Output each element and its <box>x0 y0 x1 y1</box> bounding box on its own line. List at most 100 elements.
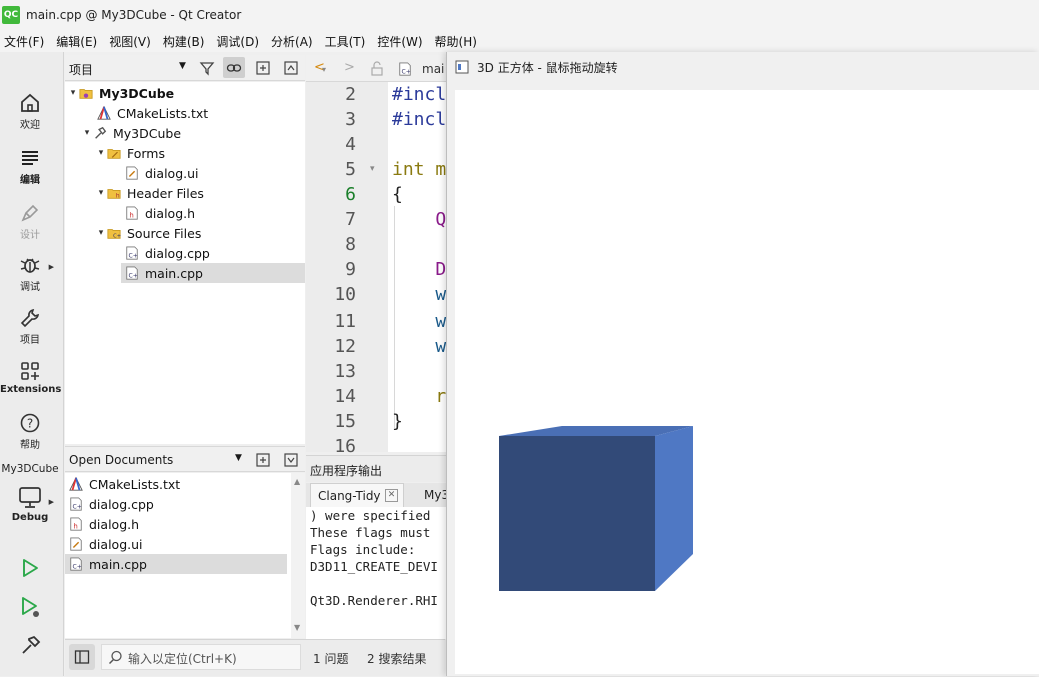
line-number: 16 <box>334 436 356 457</box>
tree-item-headers[interactable]: ▾ h Header Files <box>95 183 204 203</box>
line-number: 8 <box>345 234 356 255</box>
chevron-down-icon[interactable]: ▾ <box>95 188 107 198</box>
chevron-down-icon[interactable]: ▾ <box>81 128 93 138</box>
mode-debug-label: 调试 <box>20 282 40 293</box>
tree-item-sources[interactable]: ▾ C+ Source Files <box>95 223 202 243</box>
tree-headers-label: Header Files <box>127 185 204 201</box>
output-console[interactable]: ) were specified These flags must Flags … <box>306 507 446 639</box>
split-icon[interactable] <box>255 60 271 76</box>
mode-extensions[interactable]: Extensions <box>0 360 61 395</box>
code-editor[interactable]: #incl #incl int m { Q D w w w r } <box>388 82 446 452</box>
header-file-icon: h <box>126 206 138 220</box>
tree-item-dialog-h[interactable]: h dialog.h <box>125 203 195 223</box>
qt-creator-logo-icon: QC <box>2 6 20 24</box>
scroll-up-icon[interactable]: ▲ <box>294 477 300 486</box>
line-number: 10 <box>334 284 356 305</box>
menu-analyze[interactable]: 分析(A) <box>267 33 321 50</box>
fold-marker-icon[interactable]: ▾ <box>370 164 375 174</box>
collapse-pane-icon[interactable] <box>283 452 299 468</box>
filter-icon[interactable] <box>199 60 215 76</box>
open-documents-list: CMakeLists.txt C+ dialog.cpp h dialog.h … <box>65 473 305 638</box>
search-results-tab[interactable]: 2 搜索结果 <box>367 650 426 667</box>
open-doc-item[interactable]: dialog.ui <box>69 534 143 554</box>
open-doc-label: main.cpp <box>89 556 147 572</box>
menu-tools[interactable]: 工具(T) <box>321 33 374 50</box>
link-editor-toggle[interactable] <box>223 57 245 78</box>
hammer-icon <box>22 635 41 654</box>
mode-projects-label: 项目 <box>20 335 40 346</box>
output-tab-clang-tidy[interactable]: Clang-Tidy ✕ <box>310 483 404 507</box>
run-button[interactable] <box>0 557 60 581</box>
menu-widgets[interactable]: 控件(W) <box>373 33 430 50</box>
menu-help[interactable]: 帮助(H) <box>431 33 485 50</box>
menu-build[interactable]: 构建(B) <box>159 33 213 50</box>
mode-design[interactable]: 设计 <box>0 202 60 241</box>
debug-run-button[interactable] <box>0 595 60 621</box>
tree-item-target[interactable]: ▾ My3DCube <box>81 123 181 143</box>
open-doc-item[interactable]: C+ dialog.cpp <box>69 494 154 514</box>
build-button[interactable] <box>0 634 60 658</box>
svg-text:h: h <box>116 192 120 199</box>
back-dropdown-icon[interactable]: ▾ <box>322 65 326 74</box>
svg-text:C+: C+ <box>73 563 82 570</box>
menu-edit[interactable]: 编辑(E) <box>52 33 105 50</box>
chevron-down-icon[interactable]: ▼ <box>235 453 242 463</box>
scroll-down-icon[interactable]: ▼ <box>294 623 300 632</box>
pen-icon <box>21 204 39 222</box>
menu-debug[interactable]: 调试(D) <box>212 33 267 50</box>
chevron-down-icon[interactable]: ▼ <box>179 61 186 71</box>
cmake-icon <box>97 105 111 120</box>
tree-item-main-cpp[interactable]: C+ main.cpp <box>121 263 305 283</box>
tree-item-forms[interactable]: ▾ Forms <box>95 143 165 163</box>
editor-file-tab[interactable]: mai <box>422 62 444 76</box>
open-doc-label: dialog.cpp <box>89 496 154 512</box>
scrollbar[interactable]: ▲ ▼ <box>291 473 305 638</box>
menu-bar: 文件(F) 编辑(E) 视图(V) 构建(B) 调试(D) 分析(A) 工具(T… <box>0 30 1039 52</box>
open-documents-title[interactable]: Open Documents <box>69 453 173 467</box>
cube-window-titlebar[interactable]: 3D 正方体 - 鼠标拖动旋转 <box>447 52 1039 82</box>
split-icon[interactable] <box>255 452 271 468</box>
open-documents-toolbar: Open Documents ▼ <box>65 446 305 472</box>
mode-help[interactable]: ? 帮助 <box>0 412 60 451</box>
menu-file[interactable]: 文件(F) <box>0 33 52 50</box>
sidebar-icon <box>74 650 90 664</box>
menu-view[interactable]: 视图(V) <box>105 33 159 50</box>
link-icon <box>226 64 242 72</box>
kit-selector[interactable]: ▶ Debug <box>0 486 60 523</box>
mode-design-label: 设计 <box>20 230 40 241</box>
mode-welcome[interactable]: 欢迎 <box>0 92 60 131</box>
svg-text:C+: C+ <box>73 503 82 510</box>
open-doc-item[interactable]: CMakeLists.txt <box>69 474 180 494</box>
tree-sources-label: Source Files <box>127 225 202 241</box>
mode-projects[interactable]: 项目 <box>0 307 60 346</box>
issues-tab[interactable]: 1 问题 <box>313 650 348 667</box>
mode-debug[interactable]: ▶ 调试 <box>0 254 60 293</box>
ui-file-icon <box>70 537 82 551</box>
forward-arrow-icon[interactable]: > <box>344 60 355 75</box>
project-tree: ▾ My3DCube CMakeLists.txt ▾ My3DCube ▾ F… <box>65 82 305 444</box>
header-file-icon: h <box>70 517 82 531</box>
open-doc-item[interactable]: C+ main.cpp <box>65 554 287 574</box>
open-doc-label: dialog.ui <box>89 536 143 552</box>
debug-run-icon <box>22 597 39 617</box>
bug-icon <box>20 258 40 273</box>
chevron-down-icon[interactable]: ▾ <box>95 228 107 238</box>
tree-item-dialog-ui[interactable]: dialog.ui <box>125 163 199 183</box>
locator-input[interactable]: 输入以定位(Ctrl+K) <box>101 644 301 670</box>
project-view-selector[interactable]: 项目 <box>69 61 93 78</box>
collapse-pane-icon[interactable] <box>283 60 299 76</box>
tree-item-root[interactable]: ▾ My3DCube <box>67 83 174 103</box>
lock-icon[interactable] <box>370 61 384 76</box>
tree-item-dialog-cpp[interactable]: C+ dialog.cpp <box>125 243 210 263</box>
open-doc-item[interactable]: h dialog.h <box>69 514 139 534</box>
close-icon[interactable]: ✕ <box>385 489 398 502</box>
mode-edit[interactable]: 编辑 <box>0 147 60 186</box>
tree-item-cmake[interactable]: CMakeLists.txt <box>97 103 208 123</box>
chevron-down-icon[interactable]: ▾ <box>95 148 107 158</box>
chevron-down-icon[interactable]: ▾ <box>67 88 79 98</box>
cube-window-title: 3D 正方体 - 鼠标拖动旋转 <box>477 60 618 75</box>
cpp-file-icon: C+ <box>70 497 82 511</box>
toggle-sidebar-button[interactable] <box>69 644 95 670</box>
code-line: int m <box>392 159 446 180</box>
3d-viewport[interactable] <box>455 90 1039 674</box>
